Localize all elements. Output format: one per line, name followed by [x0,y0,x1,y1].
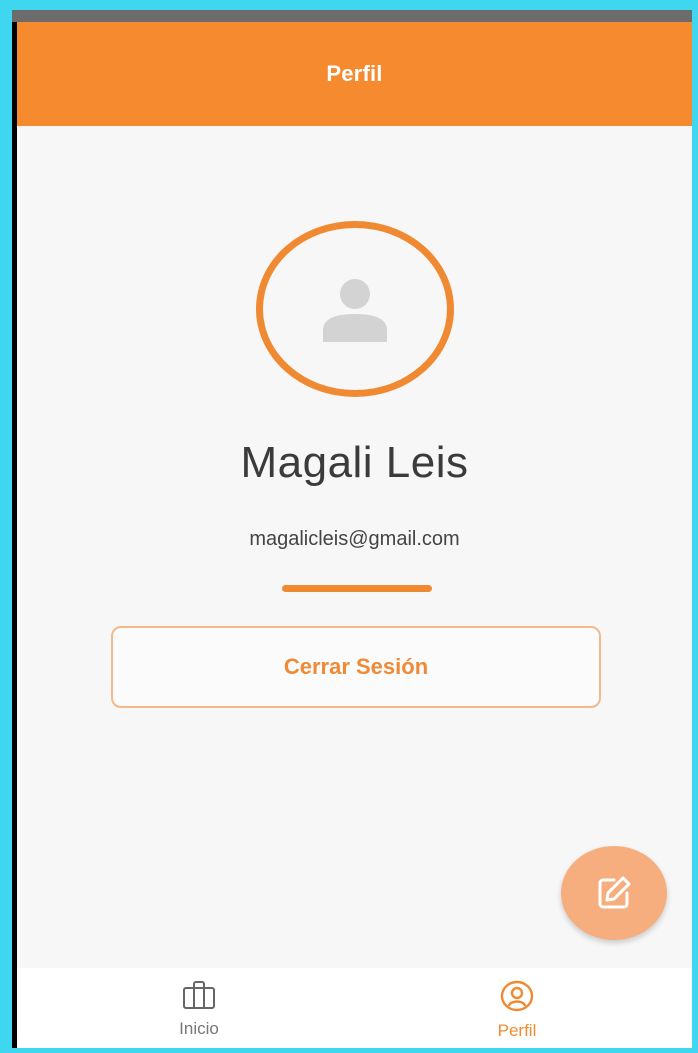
profile-content: Magali Leis magalicleis@gmail.com Cerrar… [17,126,692,968]
nav-item-perfil[interactable]: Perfil [437,980,597,1041]
status-bar [12,10,692,22]
app-screen: Perfil Magali Leis magalicleis@gmail.com… [12,10,692,1048]
nav-label-inicio: Inicio [179,1019,219,1038]
nav-item-inicio[interactable]: Inicio [119,980,279,1039]
edit-icon [598,876,631,909]
bottom-navigation: Inicio Perfil [17,968,692,1048]
avatar [256,221,454,397]
profile-name: Magali Leis [240,438,469,487]
logout-button[interactable]: Cerrar Sesión [111,626,601,708]
user-circle-icon [500,980,534,1012]
app-bar: Perfil [17,22,692,126]
person-placeholder-icon [323,279,387,342]
device-frame: Perfil Magali Leis magalicleis@gmail.com… [0,0,698,1053]
nav-label-perfil: Perfil [497,1021,537,1040]
profile-email: magalicleis@gmail.com [249,528,460,550]
briefcase-icon [183,981,215,1009]
edit-fab-button[interactable] [561,846,667,940]
accent-divider [282,585,432,592]
page-title: Perfil [326,61,383,86]
